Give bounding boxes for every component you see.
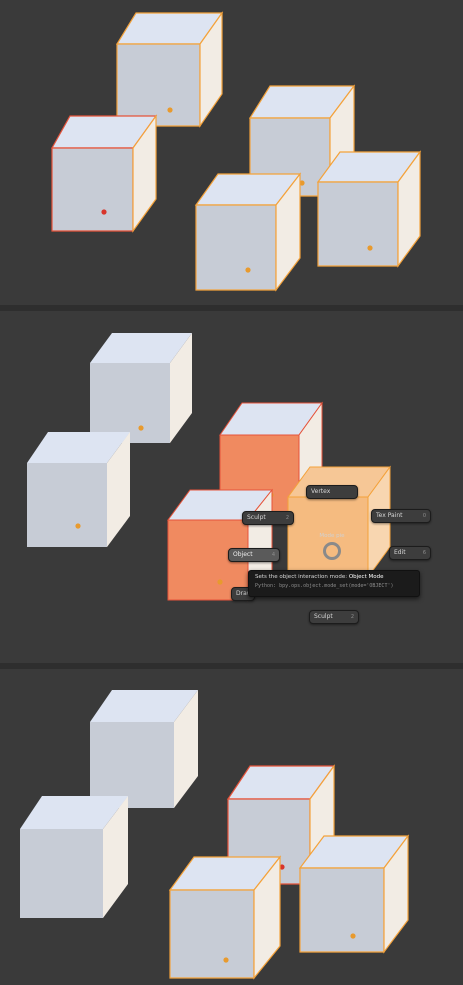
cube-4-bottom-middle[interactable] xyxy=(194,172,302,292)
viewport-2-canvas xyxy=(27,333,391,602)
pie-item-key: 6 xyxy=(422,550,426,556)
pie-item-tex-paint[interactable]: Tex Paint 0 xyxy=(371,509,431,523)
cube-2-left[interactable] xyxy=(27,432,130,547)
pie-item-vertex[interactable]: Vertex xyxy=(306,485,358,499)
cube-1-top[interactable] xyxy=(90,333,192,443)
pie-item-label: Sculpt xyxy=(314,613,333,620)
pie-center-label: Mode pie xyxy=(319,533,345,539)
cube-2-left-active[interactable] xyxy=(50,114,158,233)
pie-item-key: 2 xyxy=(285,515,289,521)
origin-dot xyxy=(245,267,251,273)
pie-item-object[interactable]: Object 4 xyxy=(228,548,280,562)
pie-item-key: 4 xyxy=(271,552,275,558)
mode-tooltip: Sets the object interaction mode: Object… xyxy=(248,570,420,597)
tooltip-description: Sets the object interaction mode: xyxy=(255,574,348,580)
cube-5-right[interactable] xyxy=(298,834,410,954)
pie-item-sculpt-left[interactable]: Sculpt 2 xyxy=(242,511,294,525)
pie-item-key: 0 xyxy=(422,513,426,519)
pie-item-edit[interactable]: Edit 6 xyxy=(389,546,431,560)
viewport-3-canvas xyxy=(20,690,410,980)
pie-item-label: Edit xyxy=(394,549,406,556)
cube-1-top[interactable] xyxy=(115,11,224,128)
cube-2-left[interactable] xyxy=(20,796,128,918)
tooltip-mode: Object Mode xyxy=(348,574,384,580)
viewport-panel-2[interactable] xyxy=(0,311,463,663)
pie-item-sculpt-bottom[interactable]: Sculpt 2 xyxy=(309,610,359,624)
viewport-1-canvas xyxy=(50,11,422,292)
pie-direction-ring-icon xyxy=(323,542,341,560)
pie-item-key: 2 xyxy=(350,614,354,620)
viewport-panel-1[interactable] xyxy=(0,0,463,305)
cube-1-top[interactable] xyxy=(90,690,198,808)
pie-item-label: Tex Paint xyxy=(376,512,403,519)
pie-item-label: Object xyxy=(233,551,253,558)
origin-dot-active xyxy=(101,209,107,215)
tooltip-description-line: Sets the object interaction mode: Object… xyxy=(255,574,413,580)
origin-dot xyxy=(167,107,173,113)
pie-item-label: Vertex xyxy=(311,488,331,495)
tooltip-python: Python: bpy.ops.object.mode_set(mode='OB… xyxy=(255,583,394,589)
cube-5-right[interactable] xyxy=(316,150,422,268)
pie-item-label: Sculpt xyxy=(247,514,266,521)
origin-dot xyxy=(367,245,373,251)
viewport-panel-3[interactable] xyxy=(0,669,463,985)
cube-4-bottom-middle[interactable] xyxy=(168,855,282,980)
pie-center: Mode pie xyxy=(312,533,352,563)
